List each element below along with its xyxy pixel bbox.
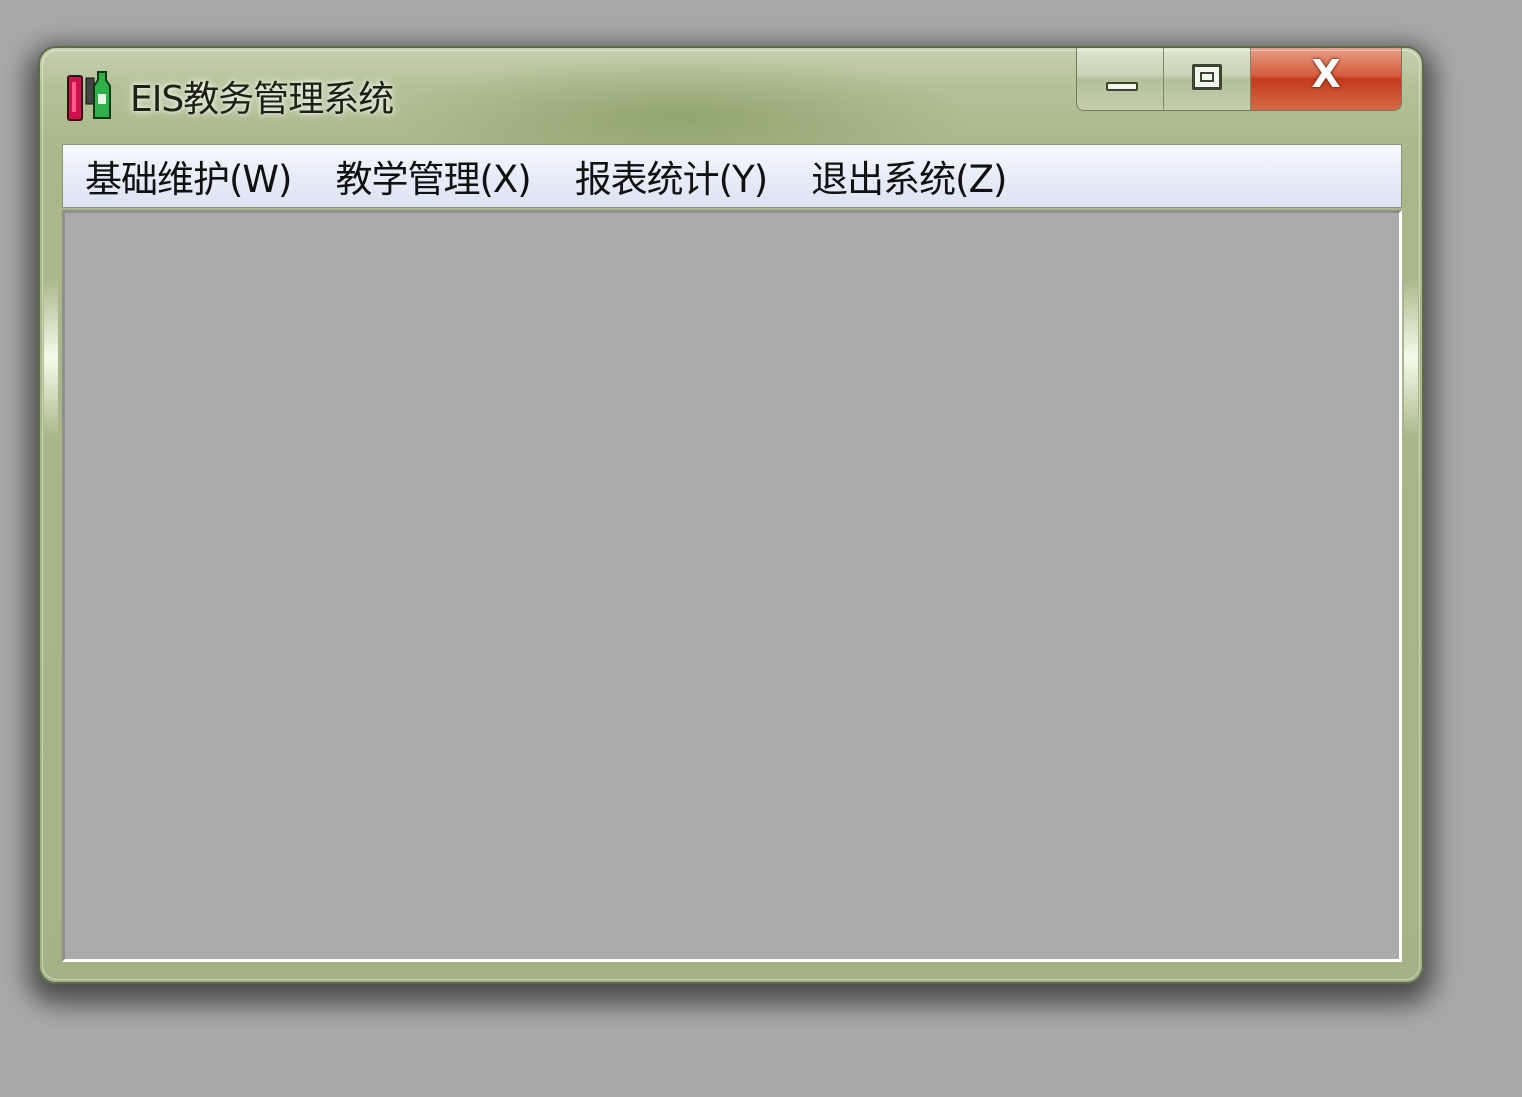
main-window: EIS教务管理系统 X 基础维护(W) 教学管理(X) 报表统计(Y) 退出系统… bbox=[38, 46, 1424, 984]
menu-exit-system[interactable]: 退出系统(Z) bbox=[789, 149, 1028, 203]
close-button[interactable]: X bbox=[1251, 48, 1401, 110]
menu-bar: 基础维护(W) 教学管理(X) 报表统计(Y) 退出系统(Z) bbox=[62, 144, 1402, 208]
caption-buttons: X bbox=[1076, 48, 1402, 111]
close-icon: X bbox=[1311, 52, 1341, 96]
window-title: EIS教务管理系统 bbox=[130, 79, 394, 120]
menu-teaching-management[interactable]: 教学管理(X) bbox=[313, 149, 552, 203]
maximize-icon bbox=[1192, 64, 1222, 90]
frame-glow-left bbox=[44, 278, 58, 438]
menu-basic-maintenance[interactable]: 基础维护(W) bbox=[63, 149, 313, 203]
minimize-icon bbox=[1106, 82, 1138, 91]
frame-glow-right bbox=[1404, 278, 1418, 438]
menu-report-statistics[interactable]: 报表统计(Y) bbox=[553, 149, 789, 203]
maximize-button[interactable] bbox=[1164, 48, 1251, 110]
title-bar[interactable]: EIS教务管理系统 X bbox=[40, 48, 1422, 140]
mdi-client-area[interactable] bbox=[62, 210, 1402, 962]
app-icon bbox=[67, 71, 111, 121]
minimize-button[interactable] bbox=[1077, 48, 1164, 110]
